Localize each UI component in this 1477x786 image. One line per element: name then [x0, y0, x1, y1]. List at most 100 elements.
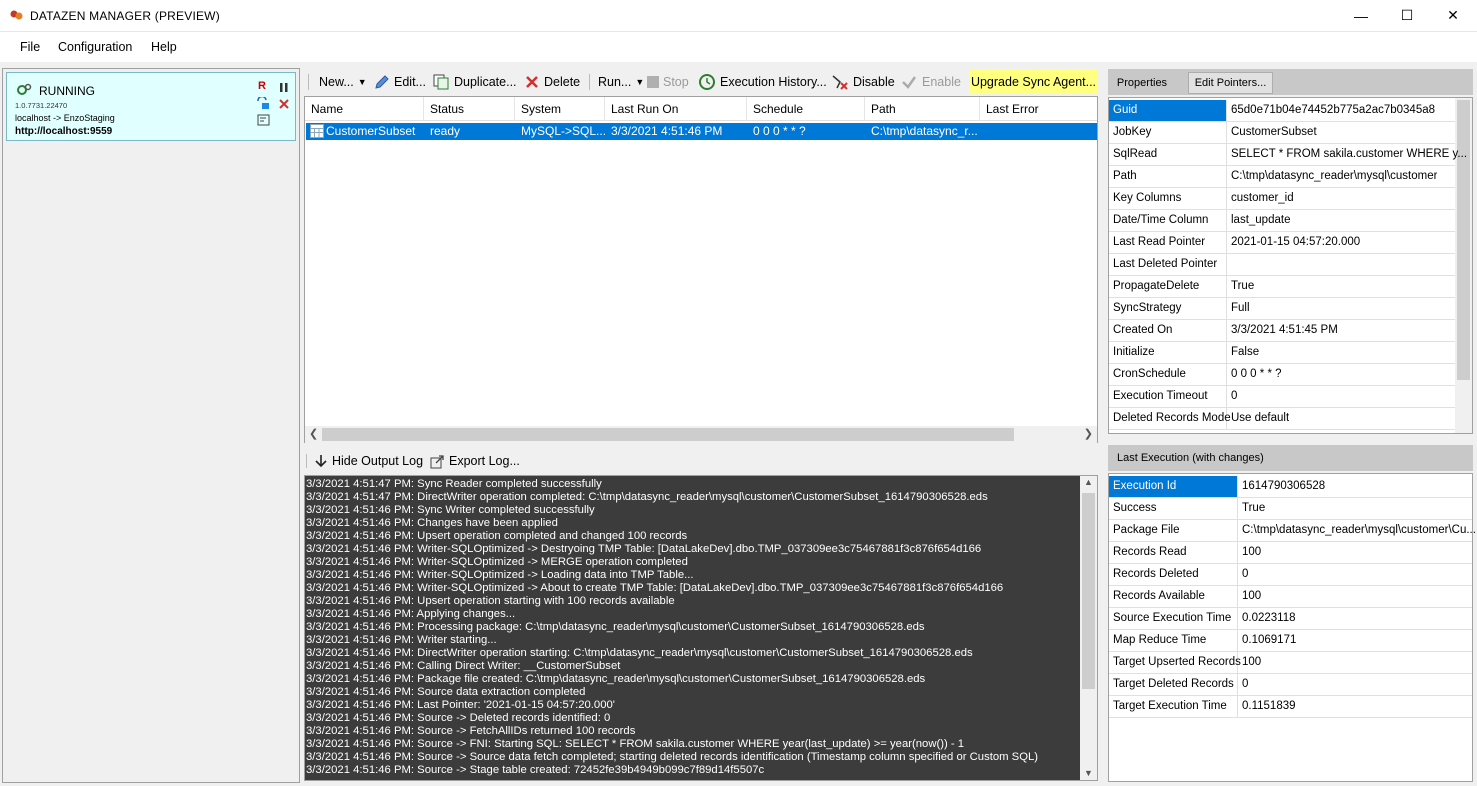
property-row[interactable]: Success True [1109, 498, 1472, 520]
property-row[interactable]: Deleted Records Mode Use default [1109, 408, 1455, 430]
scroll-thumb[interactable] [322, 428, 1014, 441]
property-value[interactable] [1227, 254, 1231, 275]
property-value[interactable]: 0 [1238, 674, 1248, 695]
run-button[interactable]: Run... ▼ [589, 69, 644, 95]
property-value[interactable]: 1614790306528 [1238, 476, 1325, 497]
property-value[interactable]: 0.1151839 [1238, 696, 1296, 717]
col-system[interactable]: System [515, 97, 605, 121]
property-row[interactable]: Target Execution Time 0.1151839 [1109, 696, 1472, 718]
property-name: Key Columns [1109, 188, 1227, 209]
restart-button[interactable]: R [258, 80, 266, 92]
col-last-run-on[interactable]: Last Run On [605, 97, 747, 121]
property-value[interactable]: 2021-01-15 04:57:20.000 [1227, 232, 1360, 253]
export-log-button[interactable]: Export Log... [430, 449, 520, 473]
property-value[interactable]: Use default [1227, 408, 1289, 429]
property-row[interactable]: Initialize False [1109, 342, 1455, 364]
hide-output-log-button[interactable]: Hide Output Log [314, 449, 423, 473]
property-value[interactable]: 100 [1238, 542, 1261, 563]
jobs-horizontal-scrollbar[interactable]: ❮ ❯ [305, 426, 1097, 443]
execution-history-button[interactable]: Execution History... [698, 69, 827, 95]
title-bar: DATAZEN MANAGER (PREVIEW) — ☐ ✕ [0, 0, 1477, 32]
delete-button[interactable]: Delete [524, 69, 580, 95]
property-row[interactable]: Package File C:\tmp\datasync_reader\mysql… [1109, 520, 1476, 542]
property-value[interactable]: False [1227, 342, 1259, 363]
menu-help[interactable]: Help [151, 40, 177, 54]
duplicate-button[interactable]: Duplicate... [432, 69, 517, 95]
property-row[interactable]: Map Reduce Time 0.1069171 [1109, 630, 1472, 652]
col-name[interactable]: Name [305, 97, 424, 121]
stop-button[interactable]: Stop [647, 69, 689, 95]
property-value[interactable]: True [1227, 276, 1254, 297]
property-value[interactable]: 0 0 0 * * ? [1227, 364, 1282, 385]
menu-configuration[interactable]: Configuration [58, 40, 132, 54]
new-button[interactable]: New... ▼ [308, 69, 367, 95]
property-row[interactable]: Execution Timeout 0 [1109, 386, 1455, 408]
property-row[interactable]: Source Execution Time 0.0223118 [1109, 608, 1472, 630]
property-row[interactable]: Records Available 100 [1109, 586, 1472, 608]
property-value[interactable]: C:\tmp\datasync_reader\mysql\customer\Cu… [1238, 520, 1476, 541]
log-vertical-scrollbar[interactable]: ▲ ▼ [1080, 476, 1097, 780]
tab-properties[interactable]: Properties [1108, 72, 1176, 94]
upgrade-sync-agent-button[interactable]: Upgrade Sync Agent... [970, 70, 1097, 94]
remove-agent-icon[interactable] [279, 99, 289, 109]
property-row[interactable]: Records Read 100 [1109, 542, 1472, 564]
property-value[interactable]: Full [1227, 298, 1250, 319]
property-row[interactable]: Last Deleted Pointer [1109, 254, 1455, 276]
property-value[interactable]: C:\tmp\datasync_reader\mysql\customer [1227, 166, 1437, 187]
property-row[interactable]: CronSchedule 0 0 0 * * ? [1109, 364, 1455, 386]
minimize-button[interactable]: — [1338, 0, 1384, 31]
property-value[interactable]: 3/3/2021 4:51:45 PM [1227, 320, 1338, 341]
pause-icon[interactable] [280, 83, 288, 92]
menu-file[interactable]: File [20, 40, 40, 54]
property-row[interactable]: Date/Time Column last_update [1109, 210, 1455, 232]
scroll-left-icon[interactable]: ❮ [309, 427, 318, 440]
scroll-thumb[interactable] [1082, 493, 1095, 689]
chevron-down-icon: ▼ [357, 77, 367, 87]
property-row[interactable]: Key Columns customer_id [1109, 188, 1455, 210]
job-row[interactable]: CustomerSubset ready MySQL->SQL... 3/3/2… [306, 123, 1097, 140]
property-row[interactable]: Path C:\tmp\datasync_reader\mysql\custome… [1109, 166, 1455, 188]
agent-card[interactable]: RUNNING 1.0.7731.22470 localhost -> Enzo… [6, 72, 296, 141]
col-last-error[interactable]: Last Error [980, 97, 1097, 121]
close-button[interactable]: ✕ [1430, 0, 1476, 31]
property-row[interactable]: Last Read Pointer 2021-01-15 04:57:20.000 [1109, 232, 1455, 254]
property-row[interactable]: PropagateDelete True [1109, 276, 1455, 298]
property-row[interactable]: Records Deleted 0 [1109, 564, 1472, 586]
scroll-thumb[interactable] [1457, 100, 1470, 380]
disable-button[interactable]: Disable [831, 69, 895, 95]
edit-button[interactable]: Edit... [374, 69, 426, 95]
property-value[interactable]: 100 [1238, 586, 1261, 607]
refresh-connection-icon[interactable] [256, 97, 270, 110]
property-row[interactable]: SyncStrategy Full [1109, 298, 1455, 320]
property-value[interactable]: SELECT * FROM sakila.customer WHERE y... [1227, 144, 1467, 165]
col-path[interactable]: Path [865, 97, 980, 121]
property-value[interactable]: CustomerSubset [1227, 122, 1317, 143]
property-value[interactable]: 0 [1227, 386, 1237, 407]
property-value[interactable]: True [1238, 498, 1265, 519]
property-name: Last Deleted Pointer [1109, 254, 1227, 275]
maximize-button[interactable]: ☐ [1384, 0, 1430, 31]
property-row[interactable]: Execution Id 1614790306528 [1109, 476, 1472, 498]
property-value[interactable]: 100 [1238, 652, 1261, 673]
property-name: PropagateDelete [1109, 276, 1227, 297]
property-row[interactable]: Target Upserted Records 100 [1109, 652, 1472, 674]
property-row[interactable]: SqlRead SELECT * FROM sakila.customer WHE… [1109, 144, 1467, 166]
scroll-up-icon[interactable]: ▲ [1084, 477, 1093, 487]
property-row[interactable]: Target Deleted Records 0 [1109, 674, 1472, 696]
enable-button[interactable]: Enable [900, 69, 961, 95]
property-value[interactable]: 0 [1238, 564, 1248, 585]
property-value[interactable]: 0.1069171 [1238, 630, 1296, 651]
property-row[interactable]: JobKey CustomerSubset [1109, 122, 1455, 144]
edit-pointers-button[interactable]: Edit Pointers... [1188, 72, 1273, 94]
col-schedule[interactable]: Schedule [747, 97, 865, 121]
property-row[interactable]: Guid 65d0e71b04e74452b775a2ac7b0345a8 [1109, 100, 1455, 122]
scroll-down-icon[interactable]: ▼ [1084, 768, 1093, 778]
property-value[interactable]: customer_id [1227, 188, 1294, 209]
property-value[interactable]: 0.0223118 [1238, 608, 1296, 629]
agent-settings-icon[interactable] [257, 114, 271, 127]
property-row[interactable]: Created On 3/3/2021 4:51:45 PM [1109, 320, 1455, 342]
col-status[interactable]: Status [424, 97, 515, 121]
scroll-right-icon[interactable]: ❯ [1084, 427, 1093, 440]
property-value[interactable]: last_update [1227, 210, 1290, 231]
property-value[interactable]: 65d0e71b04e74452b775a2ac7b0345a8 [1227, 100, 1435, 121]
